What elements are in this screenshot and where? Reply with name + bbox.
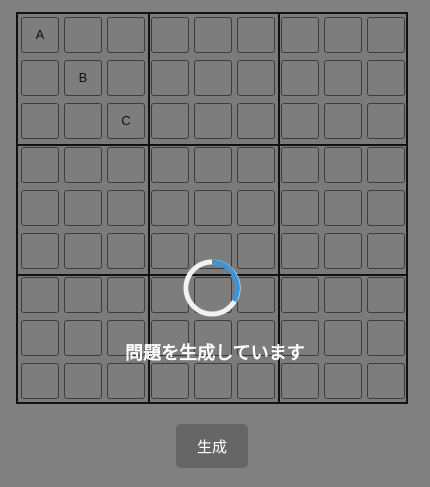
loading-message: 問題を生成しています	[125, 343, 305, 364]
loading-overlay: 問題を生成しています	[0, 0, 430, 487]
loading-spinner-icon	[183, 259, 241, 317]
sudoku-page: ABC 問題を生成しています 生成	[0, 0, 430, 487]
generate-button[interactable]: 生成	[176, 424, 248, 468]
